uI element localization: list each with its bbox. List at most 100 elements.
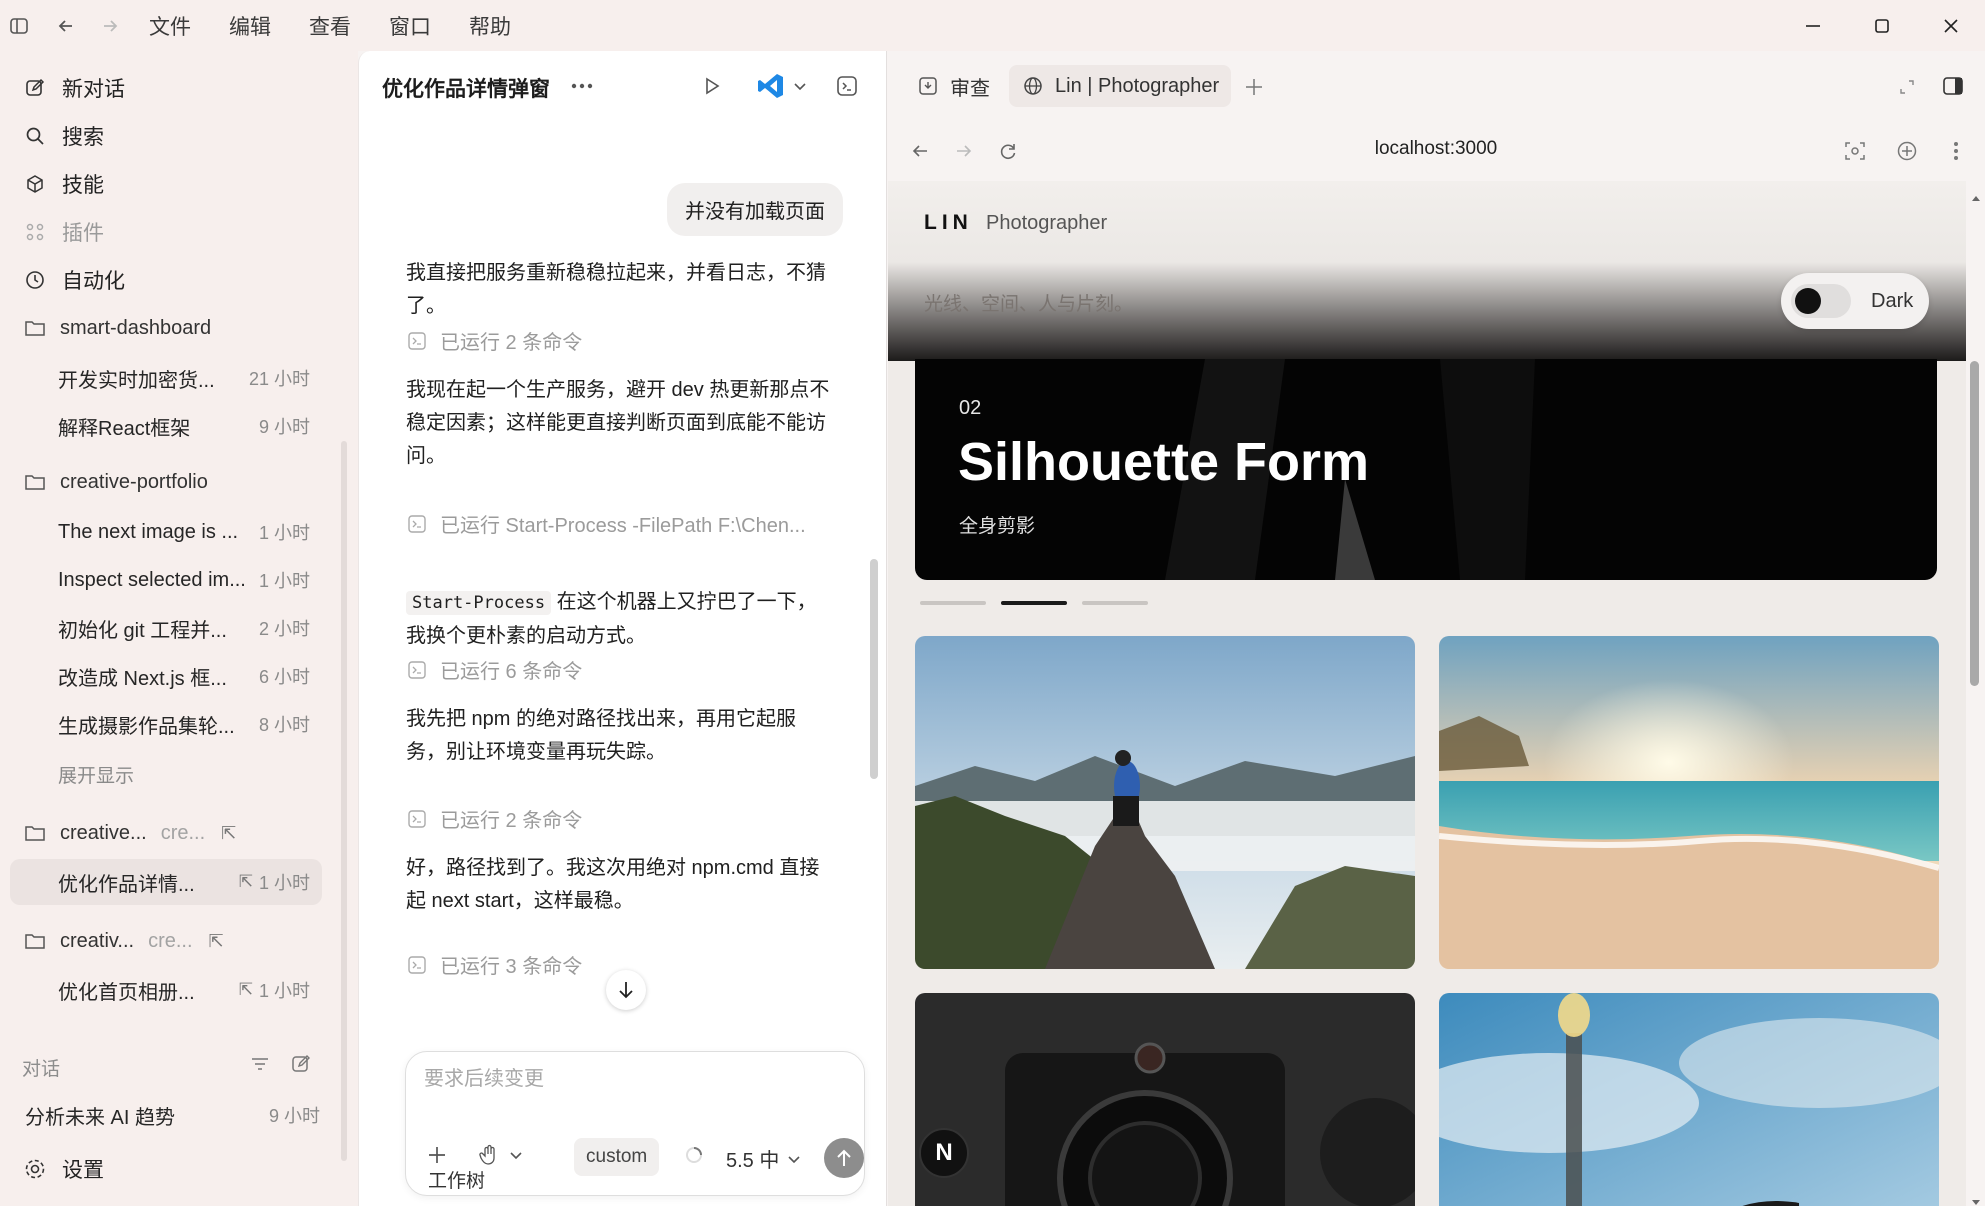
tab-bar: 审查 Lin | Photographer: [887, 51, 1985, 121]
sidebar-item-automation[interactable]: 自动化: [22, 260, 125, 300]
sidebar-item-plugins[interactable]: 插件: [22, 212, 104, 252]
model-version-picker[interactable]: 5.5 中: [726, 1144, 801, 1173]
minimize-icon[interactable]: [1778, 0, 1847, 51]
back-icon[interactable]: [47, 7, 85, 45]
thread-item[interactable]: 生成摄影作品集轮... 8 小时: [10, 701, 322, 747]
sidebar-item-new-chat[interactable]: 新对话: [22, 68, 125, 108]
scroll-down-icon[interactable]: [1971, 1194, 1981, 1206]
terminal-icon: [406, 659, 428, 681]
project-folder[interactable]: creative-portfolio: [22, 462, 208, 502]
hero-number: 02: [959, 397, 982, 419]
forward-icon[interactable]: [91, 7, 129, 45]
viewport-scrollbar[interactable]: [1970, 361, 1979, 686]
photo-camera[interactable]: [915, 993, 1415, 1206]
site-brand[interactable]: LIN: [924, 211, 973, 235]
site-header: LIN Photographer 光线、空间、人与片刻。 Dark: [888, 181, 1966, 361]
carousel-dot[interactable]: [920, 601, 986, 605]
menu-view[interactable]: 查看: [309, 11, 351, 41]
chat-item[interactable]: 分析未来 AI 趋势 9 小时: [0, 1092, 332, 1138]
expand-link[interactable]: 展开显示: [58, 761, 134, 788]
thread-item[interactable]: The next image is ... 1 小时: [10, 509, 322, 555]
new-chat-icon[interactable]: [291, 1054, 311, 1079]
maximize-icon[interactable]: [1847, 0, 1916, 51]
nextjs-dev-badge[interactable]: N: [919, 1128, 969, 1178]
sidebar-scrollbar[interactable]: [341, 441, 347, 1161]
photo-lamppost[interactable]: [1439, 993, 1939, 1206]
menu-help[interactable]: 帮助: [469, 11, 511, 41]
carousel-dot[interactable]: [1082, 601, 1148, 605]
theme-toggle[interactable]: Dark: [1781, 273, 1929, 329]
more-icon[interactable]: [565, 69, 599, 103]
chat-scrollbar[interactable]: [870, 559, 878, 779]
filter-icon[interactable]: [250, 1054, 270, 1079]
project-subtitle: cre...: [148, 929, 193, 952]
sidebar-item-search[interactable]: 搜索: [22, 116, 104, 156]
thread-item[interactable]: 优化首页相册... ⇱ 1 小时: [10, 967, 322, 1013]
photo-mountain-photographer[interactable]: [915, 636, 1415, 969]
hand-icon: [479, 1144, 495, 1165]
carousel-dot-active[interactable]: [1001, 601, 1067, 605]
model-chip[interactable]: custom: [574, 1138, 660, 1176]
more-vertical-icon[interactable]: [1941, 136, 1971, 166]
arrow-up-icon: [837, 1149, 851, 1166]
menu-window[interactable]: 窗口: [389, 11, 431, 41]
folder-icon: [22, 315, 48, 341]
terminal-icon[interactable]: [830, 69, 864, 103]
hero-title: Silhouette Form: [958, 432, 1370, 492]
run-summary[interactable]: 已运行 Start-Process -FilePath F:\Chen...: [406, 509, 806, 538]
run-summary[interactable]: 已运行 6 条命令: [406, 655, 582, 684]
url-bar: localhost:3000: [887, 121, 1985, 181]
sidebar-item-skills[interactable]: 技能: [22, 164, 104, 204]
chat-panel: 优化作品详情弹窗 并没有加载页面 我直接把服务重新稳稳拉起来，并看日志，不猜了。…: [358, 51, 887, 1206]
chat-time: 9 小时: [268, 1106, 320, 1126]
project-folder[interactable]: smart-dashboard: [22, 308, 211, 348]
send-button[interactable]: [824, 1138, 864, 1178]
inspect-icon: [916, 74, 940, 98]
run-summary[interactable]: 已运行 3 条命令: [406, 950, 582, 979]
worktree-icon: ⇱: [238, 980, 253, 999]
photo-beach-sunset[interactable]: [1439, 636, 1939, 969]
scroll-up-icon[interactable]: [1971, 189, 1981, 207]
hero-slide[interactable]: 02 Silhouette Form 全身剪影: [915, 359, 1937, 580]
thread-item[interactable]: 改造成 Next.js 框... 6 小时: [10, 653, 322, 699]
settings-button[interactable]: 设置: [22, 1149, 104, 1189]
thread-time: 2 小时: [258, 619, 310, 639]
vscode-icon[interactable]: [750, 69, 814, 103]
assistant-message: 我现在起一个生产服务，避开 dev 热更新那点不稳定因素；这样能更直接判断页面到…: [406, 379, 830, 467]
menu-file[interactable]: 文件: [149, 11, 191, 41]
project-folder[interactable]: creative... cre... ⇱: [22, 813, 236, 853]
run-summary-label: 已运行 Start-Process -FilePath F:\Chen...: [440, 515, 806, 537]
new-tab-icon[interactable]: [1239, 72, 1269, 102]
model-version-label: 5.5 中: [726, 1150, 780, 1172]
thread-item[interactable]: 解释React框架 9 小时: [10, 403, 322, 449]
folder-icon: [22, 928, 48, 954]
play-icon[interactable]: [695, 69, 729, 103]
thread-item[interactable]: 初始化 git 工程并... 2 小时: [10, 605, 322, 651]
cube-icon: [22, 171, 48, 197]
worktree-label[interactable]: 工作树: [428, 1166, 485, 1193]
close-icon[interactable]: [1916, 0, 1985, 51]
add-annotation-icon[interactable]: [1892, 136, 1922, 166]
tab-inspect[interactable]: 审查: [904, 65, 1002, 107]
sidebar-item-label: 技能: [62, 174, 104, 197]
clock-icon: [22, 267, 48, 293]
expand-icon[interactable]: [1892, 72, 1922, 102]
sidebar-toggle-icon[interactable]: [0, 7, 38, 45]
scroll-to-bottom-button[interactable]: [606, 970, 646, 1010]
run-summary[interactable]: 已运行 2 条命令: [406, 804, 582, 833]
thread-title: 改造成 Next.js 框...: [58, 667, 227, 690]
run-summary[interactable]: 已运行 2 条命令: [406, 326, 582, 355]
toggle-track: [1791, 284, 1851, 318]
thread-time: 1 小时: [258, 873, 310, 893]
thread-item-active[interactable]: 优化作品详情... ⇱ 1 小时: [10, 859, 322, 905]
screenshot-icon[interactable]: [1840, 136, 1870, 166]
thread-item[interactable]: Inspect selected im... 1 小时: [10, 557, 322, 603]
tab-photographer[interactable]: Lin | Photographer: [1009, 65, 1232, 107]
menu-edit[interactable]: 编辑: [229, 11, 271, 41]
thread-item[interactable]: 开发实时加密货... 21 小时: [10, 355, 322, 401]
url-text[interactable]: localhost:3000: [887, 138, 1985, 160]
project-folder[interactable]: creativ... cre... ⇱: [22, 921, 224, 961]
panel-toggle-icon[interactable]: [1938, 71, 1968, 101]
composer-input[interactable]: [424, 1068, 844, 1091]
toggle-knob: [1795, 288, 1821, 314]
